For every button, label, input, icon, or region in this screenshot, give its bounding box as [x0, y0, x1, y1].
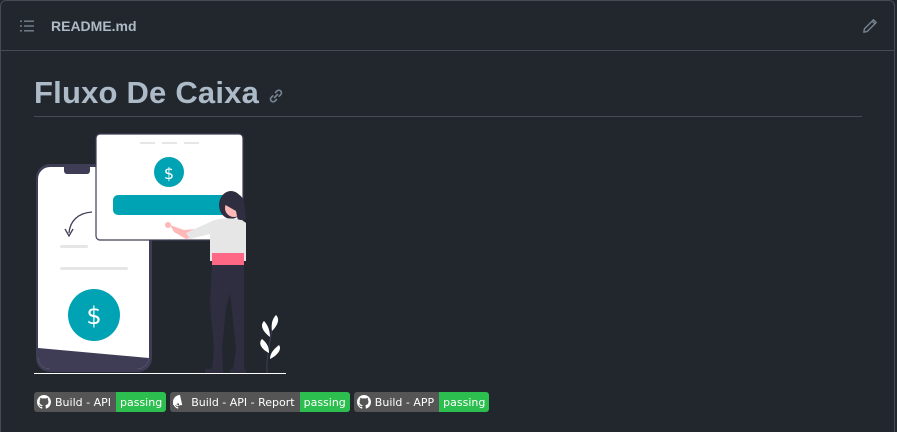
list-icon[interactable]: [19, 18, 35, 34]
link-icon[interactable]: [267, 87, 285, 105]
badge-build-api-report[interactable]: Build - API - Report passing: [170, 392, 350, 412]
github-icon: [356, 395, 371, 409]
badge-status: passing: [299, 392, 350, 412]
phone-dollar-symbol: $: [86, 302, 101, 330]
readme-content: Fluxo De Caixa $ $ Build - API passing B…: [1, 51, 894, 412]
readme-header: README.md: [1, 1, 894, 51]
readme-panel: README.md Fluxo De Caixa $ $ Build - API…: [0, 0, 895, 432]
badge-build-app[interactable]: Build - APP passing: [353, 392, 490, 412]
badge-label: Build - API: [55, 395, 111, 409]
plant-illustration: [260, 315, 280, 374]
card-dollar-symbol: $: [164, 164, 174, 183]
badge-label: Build - API - Report: [191, 395, 295, 409]
badge-build-api[interactable]: Build - API passing: [34, 392, 167, 412]
badge-label: Build - APP: [374, 395, 435, 409]
pencil-icon[interactable]: [862, 18, 878, 34]
badge-status: passing: [439, 392, 490, 412]
cashflow-illustration: $ $: [34, 133, 286, 374]
file-name: README.md: [51, 17, 137, 34]
heading-row: Fluxo De Caixa: [34, 69, 862, 117]
github-icon: [173, 395, 187, 409]
badge-status: passing: [115, 392, 167, 412]
github-icon: [37, 395, 51, 409]
page-title: Fluxo De Caixa: [34, 74, 260, 110]
status-badges: Build - API passing Build - API - Report…: [34, 392, 862, 412]
